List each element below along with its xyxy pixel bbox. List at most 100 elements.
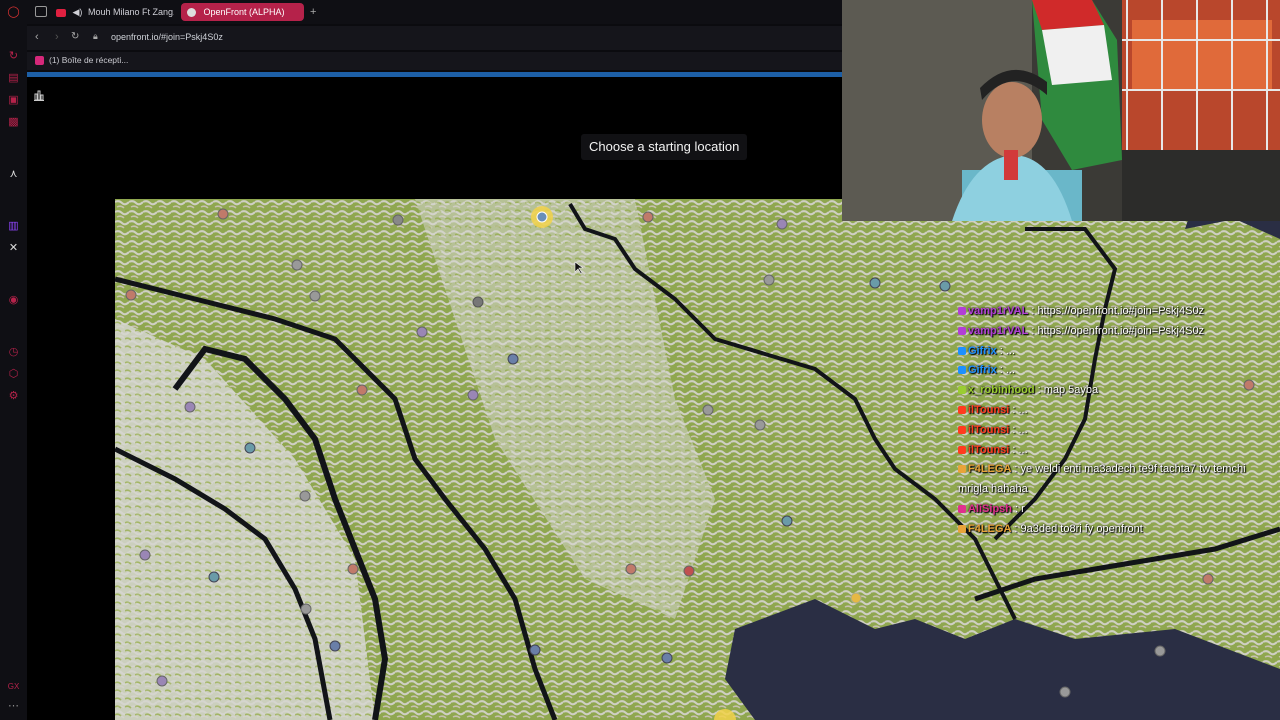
chat-username: vamp1rVAL (968, 305, 1029, 317)
wallet-icon[interactable]: ▣ (7, 94, 20, 107)
player-spawn[interactable] (536, 211, 548, 223)
gx-icon[interactable]: GX (7, 680, 20, 693)
bag-icon[interactable]: ▤ (7, 72, 20, 85)
chat-text: : ... (1012, 423, 1028, 436)
spawn-marker[interactable] (392, 214, 404, 226)
spawn-marker[interactable] (156, 675, 168, 687)
opera-icon[interactable]: ◯ (7, 6, 20, 19)
mail-icon[interactable]: ▩ (7, 116, 20, 129)
chat-message: vamp1rVAL: https://openfront.io#join=Psk… (958, 302, 1268, 322)
tab-label: Mouh Milano Ft Zang... (87, 7, 174, 17)
spawn-marker[interactable] (1059, 686, 1071, 698)
chat-badge-icon (958, 366, 966, 375)
spawn-marker[interactable] (939, 280, 951, 292)
spawn-marker[interactable] (467, 389, 479, 401)
spawn-marker[interactable] (291, 259, 303, 271)
spawn-marker[interactable] (1154, 645, 1166, 657)
tab-music[interactable]: ◀) Mouh Milano Ft Zang... (56, 3, 174, 21)
chat-username: x_robinhood (968, 384, 1035, 397)
chat-text: : https://openfront.io#join=Pskj4S0z (1031, 324, 1205, 337)
chat-username: F4LEGA (968, 522, 1012, 535)
chat-username: AliSipsh (968, 502, 1013, 515)
address-bar: ‹ › ↻ 🔒︎ openfront.io/#join=Pskj4S0z (27, 26, 842, 50)
new-tab-button[interactable]: + (310, 3, 316, 21)
stats-button[interactable] (30, 88, 48, 106)
webcam-image (842, 0, 1280, 221)
spawn-marker[interactable] (683, 565, 695, 577)
youtube-icon (56, 8, 66, 17)
bookmark-inbox[interactable]: (1) Boîte de récepti... (49, 55, 128, 65)
bookmarks-bar: (1) Boîte de récepti... (27, 52, 842, 70)
chat-message: x_robinhood: map 5ayba (958, 381, 1268, 401)
spawn-marker[interactable] (472, 296, 484, 308)
tab-strip: ◀) Mouh Milano Ft Zang... OpenFront (ALP… (27, 0, 842, 24)
chat-text: : 9a3ded to8ri fy openfront (1014, 522, 1143, 535)
rocket-icon[interactable]: ⬡ (7, 368, 20, 381)
chat-text: : ... (999, 344, 1016, 357)
chat-badge-icon (958, 406, 966, 415)
chat-text: : ... (1012, 403, 1028, 416)
spawn-marker[interactable] (507, 353, 519, 365)
chat-message: F4LEGA: ye weldi enti ma3adech te9f tach… (958, 460, 1268, 500)
back-icon[interactable]: ‹ (35, 31, 39, 43)
twitch-icon[interactable]: ▥ (7, 220, 20, 233)
more-icon[interactable]: ⋯ (7, 700, 20, 713)
spawn-marker[interactable] (642, 211, 654, 223)
spawn-marker[interactable] (763, 274, 775, 286)
spawn-marker[interactable] (776, 218, 788, 230)
chat-badge-icon (958, 445, 966, 454)
spawn-marker[interactable] (850, 592, 862, 604)
chat-username: ilTounsi (968, 443, 1010, 456)
spawn-marker[interactable] (781, 515, 793, 527)
chat-badge-icon (958, 386, 966, 395)
spawn-marker[interactable] (702, 404, 714, 416)
clock-icon[interactable]: ◷ (7, 346, 20, 359)
tab-menu-icon[interactable] (35, 6, 47, 17)
chat-message: ilTounsi: ... (958, 441, 1268, 461)
spawn-marker[interactable] (416, 326, 428, 338)
url-field[interactable]: openfront.io/#join=Pskj4S0z (111, 32, 223, 42)
spawn-marker[interactable] (309, 290, 321, 302)
spawn-marker[interactable] (217, 208, 229, 220)
chat-username: ilTounsi (968, 423, 1010, 436)
refresh-icon[interactable]: ↻ (7, 50, 20, 63)
instruction-banner: Choose a starting location (581, 134, 748, 160)
spawn-marker[interactable] (139, 549, 151, 561)
play-icon[interactable]: ◉ (7, 294, 20, 307)
chat-text: : ... (1012, 443, 1028, 456)
spawn-marker[interactable] (300, 603, 312, 615)
chat-text: : ... (999, 364, 1016, 377)
x-icon[interactable]: ✕ (7, 242, 20, 255)
spawn-marker[interactable] (869, 277, 881, 289)
spawn-marker[interactable] (754, 419, 766, 431)
chat-message: Gifrix: ... (958, 361, 1268, 381)
tab-openfront[interactable]: OpenFront (ALPHA) (181, 3, 304, 21)
spawn-marker[interactable] (356, 384, 368, 396)
spawn-marker[interactable] (661, 652, 673, 664)
spawn-marker[interactable] (347, 563, 359, 575)
speaker-icon: ◀) (72, 7, 83, 17)
spawn-marker[interactable] (299, 490, 311, 502)
settings-icon[interactable]: ⚙ (7, 390, 20, 403)
arrow-icon[interactable]: ⋏ (7, 168, 20, 181)
chat-username: ilTounsi (968, 403, 1010, 416)
chat-text: : r (1015, 502, 1025, 515)
spawn-marker[interactable] (184, 401, 196, 413)
chat-username: Gifrix (968, 364, 997, 377)
chat-username: F4LEGA (968, 463, 1012, 476)
forward-icon[interactable]: › (55, 31, 59, 43)
spawn-marker[interactable] (125, 289, 137, 301)
spawn-marker[interactable] (329, 640, 341, 652)
chat-badge-icon (958, 307, 966, 316)
chat-username: Gifrix (968, 344, 997, 357)
chat-text: : map 5ayba (1037, 384, 1099, 397)
spawn-marker[interactable] (529, 644, 541, 656)
spawn-marker[interactable] (625, 563, 637, 575)
spawn-marker[interactable] (208, 571, 220, 583)
spawn-marker[interactable] (244, 442, 256, 454)
instagram-icon (35, 56, 44, 65)
reload-icon[interactable]: ↻ (71, 31, 79, 42)
chat-text: : https://openfront.io#join=Pskj4S0z (1031, 305, 1205, 317)
chat-badge-icon (958, 346, 966, 355)
spawn-marker[interactable] (1202, 573, 1214, 585)
